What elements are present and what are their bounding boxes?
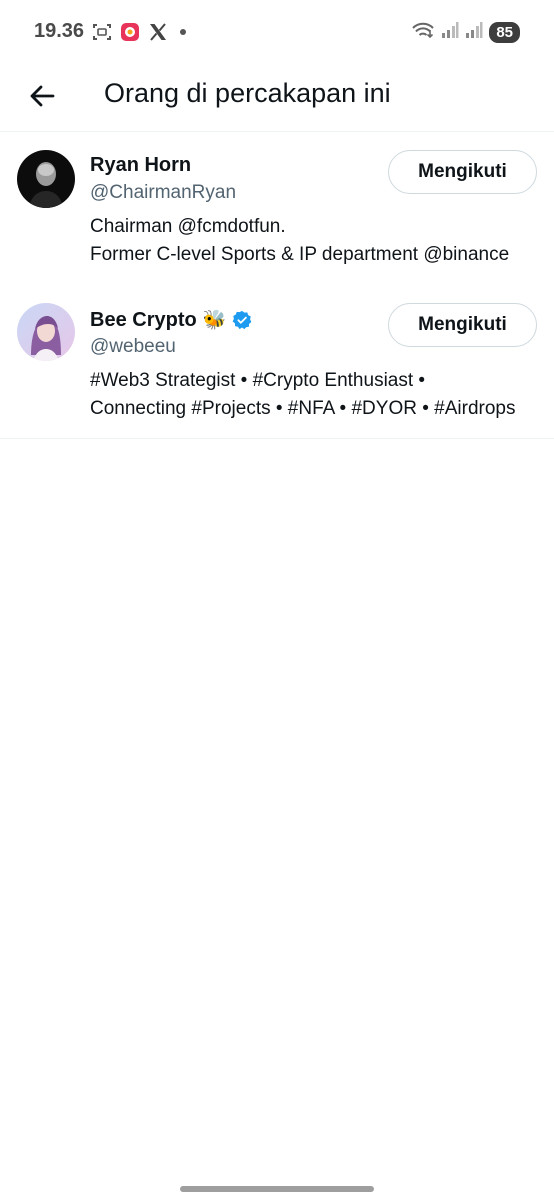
bio-line: Chairman @fcmdotfun. — [90, 216, 286, 237]
user-handle[interactable]: @ChairmanRyan — [90, 182, 236, 204]
verified-badge-icon — [232, 310, 252, 330]
page-header: Orang di percakapan ini — [0, 64, 554, 132]
name-line: Ryan Horn — [90, 154, 191, 177]
signal-icon — [441, 22, 459, 43]
status-right-icons: 85 — [411, 21, 520, 44]
page-title: Orang di percakapan ini — [104, 78, 391, 108]
bio-line: #Web3 Strategist • #Crypto Enthusiast • — [90, 370, 426, 391]
status-time: 19.36 — [34, 20, 85, 42]
arrow-left-icon — [30, 85, 55, 107]
status-bar: 19.36 85 — [0, 0, 554, 64]
screenshot-icon — [92, 22, 112, 42]
user-name[interactable]: Bee Crypto — [90, 309, 197, 332]
app-notification-icon — [120, 22, 140, 42]
x-logo-icon — [148, 22, 168, 42]
user-handle[interactable]: @webeeu — [90, 336, 176, 358]
home-indicator[interactable] — [180, 1186, 374, 1192]
status-left-icons — [92, 22, 186, 42]
user-list-item[interactable]: Bee Crypto 🐝 @webeeu Mengikuti #Web3 Str… — [0, 287, 554, 439]
signal-icon-2 — [465, 22, 483, 43]
bio-line: Former C-level Sports & IP department @b… — [90, 244, 510, 265]
wifi-icon — [411, 21, 435, 44]
battery-icon: 85 — [489, 22, 520, 43]
avatar[interactable] — [17, 303, 75, 361]
user-bio: #Web3 Strategist • #Crypto Enthusiast • … — [90, 367, 536, 423]
dot-icon — [180, 29, 186, 35]
bio-line: Connecting #Projects • #NFA • #DYOR • #A… — [90, 398, 516, 419]
user-list-item[interactable]: Ryan Horn @ChairmanRyan Mengikuti Chairm… — [0, 133, 554, 286]
user-name[interactable]: Ryan Horn — [90, 154, 191, 177]
user-bio: Chairman @fcmdotfun. Former C-level Spor… — [90, 213, 536, 269]
back-button[interactable] — [22, 76, 62, 116]
name-line: Bee Crypto 🐝 — [90, 308, 252, 332]
following-button[interactable]: Mengikuti — [388, 303, 537, 347]
bee-emoji: 🐝 — [202, 310, 227, 331]
following-button[interactable]: Mengikuti — [388, 150, 537, 194]
avatar[interactable] — [17, 150, 75, 208]
